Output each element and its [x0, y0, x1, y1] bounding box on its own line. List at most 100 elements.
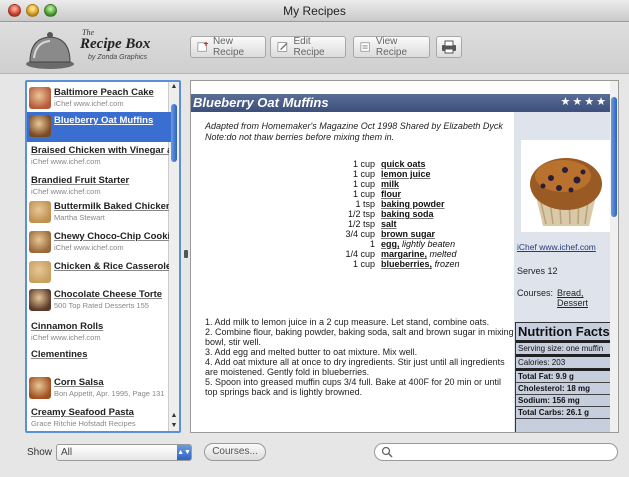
edit-recipe-button[interactable]: Edit Recipe	[270, 36, 346, 58]
pane-splitter-handle[interactable]	[184, 250, 188, 258]
app-window: My Recipes The Recipe Box by Zonda Graph…	[0, 0, 629, 477]
ingredient-item[interactable]: brown sugar	[381, 229, 435, 239]
ingredient-item[interactable]: margarine,	[381, 249, 427, 259]
show-filter-select[interactable]: All ▲▼	[56, 444, 192, 461]
search-input[interactable]	[395, 445, 613, 459]
recipe-list-item[interactable]: Cinnamon Rolls iChef www.ichef.com	[27, 318, 171, 348]
ingredient-row: 3/4 cup brown sugar	[261, 229, 521, 239]
recipe-list-item[interactable]: Corn Salsa Bon Appetit, Apr. 1995, Page 1…	[27, 374, 171, 404]
print-button[interactable]	[436, 36, 462, 58]
recipe-list-item-name: Corn Salsa	[54, 377, 104, 388]
recipe-list-item-source: 500 Top Rated Desserts 155	[54, 301, 149, 310]
ingredient-note: melted	[429, 249, 457, 259]
recipe-thumbnail	[29, 289, 51, 311]
recipe-directions: 1. Add milk to lemon juice in a 2 cup me…	[205, 317, 515, 397]
recipe-list-item[interactable]: Creamy Seafood Pasta Grace Ritchie Hofsta…	[27, 404, 171, 431]
ingredient-name: quick oats	[381, 159, 521, 169]
recipe-courses-label: Courses:	[517, 288, 554, 298]
ingredient-name: baking soda	[381, 209, 521, 219]
recipe-intro: Adapted from Homemaker's Magazine Oct 19…	[205, 121, 505, 143]
nutrition-serving: Serving size: one muffin	[516, 343, 616, 357]
show-filter-label: Show	[27, 447, 53, 458]
recipe-thumbnail	[29, 87, 51, 109]
ingredient-quantity: 1 cup	[352, 189, 375, 199]
show-filter-value: All	[61, 447, 73, 458]
ingredient-row: 1 cup quick oats	[261, 159, 521, 169]
ingredient-row: 1 tsp baking powder	[261, 199, 521, 209]
ingredient-name: blueberries, frozen	[381, 259, 521, 269]
recipe-list-item[interactable]: Chewy Choco-Chip Cookies iChef www.ichef.…	[27, 228, 171, 258]
ingredient-quantity: 1 tsp	[355, 199, 375, 209]
courses-button[interactable]: Courses...	[204, 443, 266, 461]
ingredient-row: 1 cup milk	[261, 179, 521, 189]
recipe-thumbnail	[29, 201, 51, 223]
recipe-detail-panel: Blueberry Oat Muffins ★★★★ Adapted from …	[190, 80, 619, 433]
ingredient-item[interactable]: lemon juice	[381, 169, 431, 179]
ingredient-row: 1 cup lemon juice	[261, 169, 521, 179]
view-recipe-icon	[360, 42, 370, 52]
recipe-list[interactable]: ▲ ▲ ▼ Baltimore Peach Cake iChef www.iche…	[25, 80, 181, 433]
direction-step: 1. Add milk to lemon juice in a 2 cup me…	[205, 317, 490, 327]
recipe-list-item[interactable]: Braised Chicken with Vinegar and ...iChe…	[27, 142, 171, 172]
direction-step: 5. Spoon into greased muffin cups 3/4 fu…	[205, 377, 502, 397]
ingredient-name: milk	[381, 179, 521, 189]
recipe-source-link[interactable]: iChef www.ichef.com	[517, 242, 596, 252]
nutrition-sodium: Sodium: 156 mg	[516, 395, 616, 407]
ingredient-quantity: 1	[369, 239, 375, 249]
recipe-courses-value[interactable]: Bread, Dessert	[557, 288, 612, 308]
title-bar[interactable]: My Recipes	[0, 0, 629, 22]
recipe-list-item-source: Bon Appetit, Apr. 1995, Page 131	[54, 389, 165, 398]
recipe-list-item-name: Cinnamon Rolls	[31, 321, 104, 332]
nutrition-title: Nutrition Facts	[516, 323, 616, 343]
recipe-list-item-name: Clementines	[31, 349, 88, 360]
ingredient-item[interactable]: egg,	[381, 239, 400, 249]
recipe-box-logo-icon	[26, 32, 74, 69]
recipe-list-item-name: Chicken & Rice Casserole - M...	[54, 261, 169, 272]
ingredient-quantity: 1/2 tsp	[347, 209, 375, 219]
ingredient-item[interactable]: baking powder	[381, 199, 445, 209]
search-field[interactable]	[374, 443, 618, 461]
direction-step: 3. Add egg and melted butter to oat mixt…	[205, 347, 418, 357]
ingredient-item[interactable]: salt	[381, 219, 397, 229]
recipe-list-item[interactable]: Chicken & Rice Casserole - M...	[27, 258, 171, 288]
toolbar: The Recipe Box by Zonda Graphics New Rec…	[0, 22, 629, 74]
recipe-list-item-name: Buttermilk Baked Chicken	[54, 201, 169, 212]
recipe-thumbnail	[29, 377, 51, 399]
ingredient-row: 1/4 cup margarine, melted	[261, 249, 521, 259]
recipe-list-item-source: iChef www.ichef.com	[31, 187, 101, 196]
recipe-list-item-name: Creamy Seafood Pasta	[31, 407, 134, 418]
nutrition-calories: Calories: 203	[516, 357, 616, 371]
recipe-list-item[interactable]: Buttermilk Baked Chicken Martha Stewart	[27, 198, 171, 228]
ingredient-item[interactable]: blueberries,	[381, 259, 432, 269]
recipe-detail-scrollbar[interactable]	[610, 81, 618, 432]
recipe-list-item-name: Brandied Fruit Starter	[31, 175, 130, 186]
recipe-list-item[interactable]: Clementines	[27, 346, 171, 376]
recipe-intro-source: Adapted from Homemaker's Magazine Oct 19…	[205, 121, 503, 131]
ingredient-row: 1 egg, lightly beaten	[261, 239, 521, 249]
recipe-list-item[interactable]: Chocolate Cheese Torte 500 Top Rated Dess…	[27, 286, 171, 316]
nutrition-carbs: Total Carbs: 26.1 g	[516, 407, 616, 419]
new-recipe-icon	[197, 41, 209, 52]
recipe-list-item[interactable]: Baltimore Peach Cake iChef www.ichef.com	[27, 84, 171, 114]
ingredient-item[interactable]: quick oats	[381, 159, 426, 169]
ingredient-item[interactable]: baking soda	[381, 209, 434, 219]
ingredient-note: lightly beaten	[402, 239, 456, 249]
recipe-list-item-source: iChef www.ichef.com	[54, 99, 124, 108]
recipe-list-item[interactable]: Blueberry Oat Muffins	[27, 112, 171, 142]
edit-recipe-label: Edit Recipe	[293, 36, 325, 58]
new-recipe-button[interactable]: New Recipe	[190, 36, 266, 58]
nutrition-cholesterol: Cholesterol: 18 mg	[516, 383, 616, 395]
view-recipe-button[interactable]: View Recipe	[353, 36, 430, 58]
ingredient-note: frozen	[434, 259, 460, 269]
ingredient-quantity: 1 cup	[352, 169, 375, 179]
ingredient-item[interactable]: flour	[381, 189, 401, 199]
ingredient-item[interactable]: milk	[381, 179, 399, 189]
view-recipe-label: View Recipe	[375, 36, 408, 58]
recipe-list-scroll-thumb[interactable]	[171, 104, 177, 162]
recipe-thumbnail	[29, 231, 51, 253]
ingredient-row: 1 cup flour	[261, 189, 521, 199]
recipe-detail-scroll-thumb[interactable]	[611, 97, 617, 217]
ingredient-quantity: 3/4 cup	[345, 229, 375, 239]
recipe-list-item-name: Chocolate Cheese Torte	[54, 289, 163, 300]
select-arrows-icon: ▲▼	[177, 445, 191, 460]
